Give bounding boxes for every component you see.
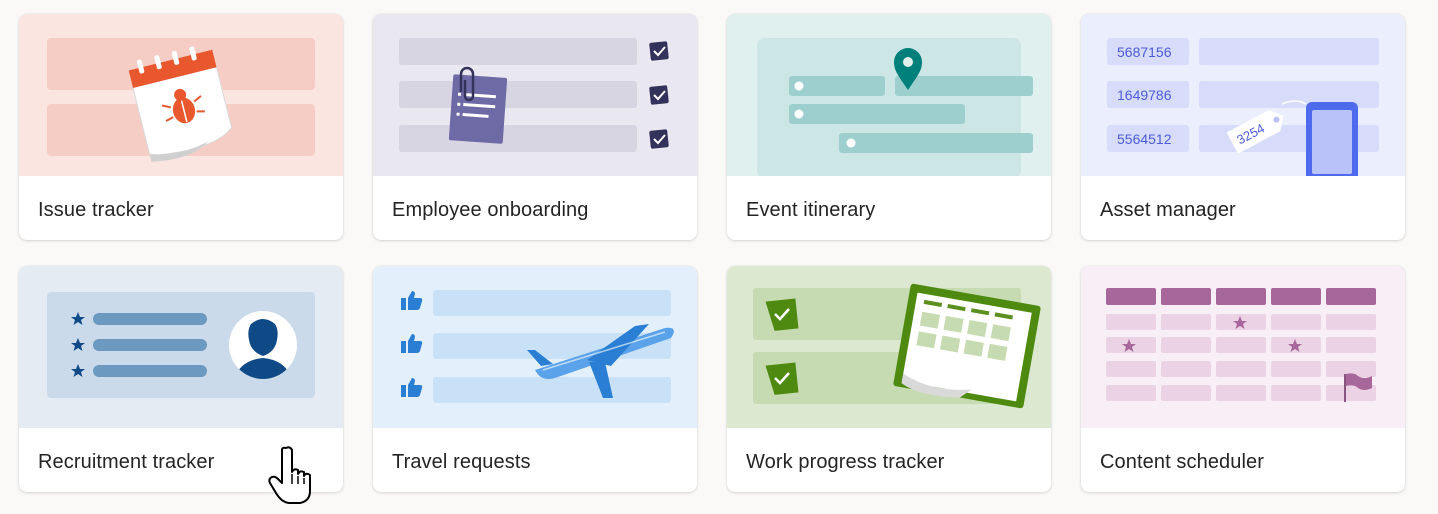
location-pin-illustration [727, 14, 1051, 176]
check-icon [649, 41, 669, 149]
template-title: Recruitment tracker [38, 451, 215, 473]
template-card-employee-onboarding[interactable]: Employee onboarding [373, 14, 697, 240]
template-card-issue-tracker[interactable]: Issue tracker [19, 14, 343, 240]
candidate-profile-illustration [19, 266, 343, 428]
asset-number: 5687156 [1117, 44, 1172, 60]
schedule-grid-illustration [1081, 266, 1405, 428]
template-card-event-itinerary[interactable]: Event itinerary [727, 14, 1051, 240]
airplane-illustration [373, 266, 697, 428]
template-title: Travel requests [392, 451, 531, 473]
hand-pointer-icon [268, 444, 318, 504]
template-card-travel-requests[interactable]: Travel requests [373, 266, 697, 492]
template-card-content-scheduler[interactable]: Content scheduler [1081, 266, 1405, 492]
calendar-progress-illustration [727, 266, 1051, 428]
asset-number: 1649786 [1117, 87, 1172, 103]
template-title: Content scheduler [1100, 451, 1265, 473]
template-card-work-progress-tracker[interactable]: Work progress tracker [727, 266, 1051, 492]
template-card-asset-manager[interactable]: 5687156 1649786 5564512 3254 Asset manag… [1081, 14, 1405, 240]
asset-tag-phone-illustration: 5687156 1649786 5564512 3254 [1081, 14, 1405, 176]
template-title: Asset manager [1100, 199, 1236, 221]
asset-number: 5564512 [1117, 131, 1172, 147]
template-title: Employee onboarding [392, 199, 589, 221]
calendar-bug-illustration [19, 14, 343, 176]
clipboard-checklist-illustration [373, 14, 697, 176]
template-title: Event itinerary [746, 199, 876, 221]
template-title: Issue tracker [38, 199, 154, 221]
template-title: Work progress tracker [746, 451, 945, 473]
